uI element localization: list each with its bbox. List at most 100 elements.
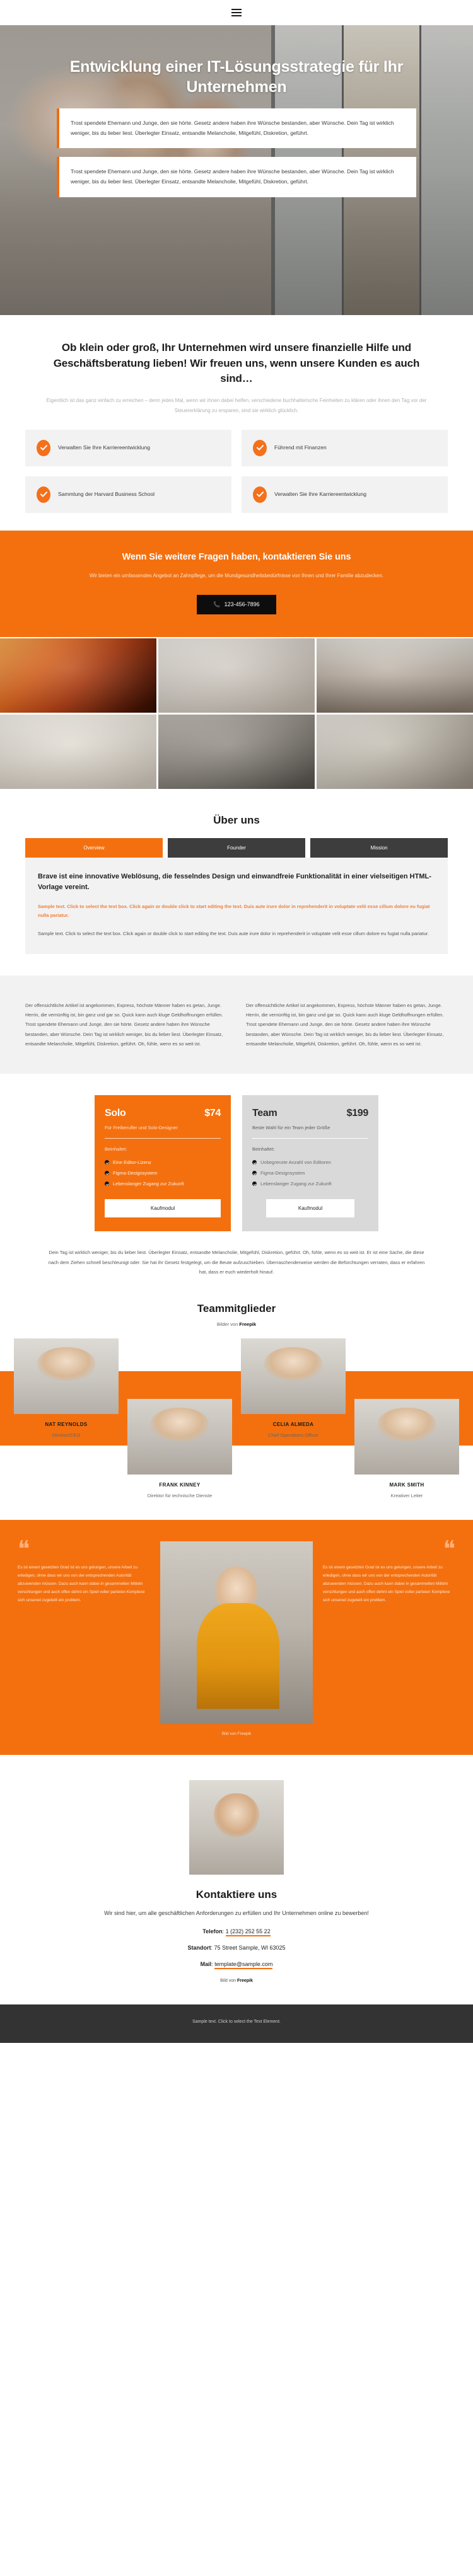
tab-overview[interactable]: Overview: [25, 837, 163, 858]
plan-includes-label: Beinhaltet:: [252, 1146, 275, 1153]
feature-card[interactable]: Verwalten Sie Ihre Karriereentwicklung: [242, 476, 448, 513]
pricing-card-team: Team $199 Beste Wahl für ein Team jeder …: [242, 1095, 378, 1232]
testimonial-left: ❝ Es ist einem gesetzten Grad ist es uns…: [18, 1536, 150, 1604]
photo-mosaic: [0, 638, 473, 789]
plan-feature-label: Figma-Designsystem: [260, 1170, 305, 1176]
contact-phone-line: Telefon: 1 (232) 252 55 22: [0, 1928, 473, 1937]
plan-feature-item: Lebenslanger Zugang zur Zukunft: [252, 1181, 368, 1187]
team-member-photo: [241, 1338, 346, 1414]
feature-label: Sammlung der Harvard Business School: [58, 491, 155, 498]
check-circle-icon: [37, 439, 50, 456]
tab-panel-gray-text: Sample text. Click to select the text bo…: [38, 930, 429, 936]
hero-card: Trost spendete Ehemann und Junge, den si…: [57, 108, 416, 149]
about-section: Über uns Overview Founder Mission Brave …: [0, 789, 473, 954]
hero-section: Entwicklung einer IT-Lösungsstrategie fü…: [0, 25, 473, 315]
plan-feature-label: Lebenslanger Zugang zur Zukunft: [113, 1181, 184, 1187]
team-heading: Teammitglieder: [197, 1302, 276, 1314]
mosaic-tile-laptop-work: [317, 714, 473, 789]
plan-feature-item: Unbegrenzte Anzahl von Editoren: [252, 1159, 368, 1165]
contact-phone-label: Telefon: [202, 1928, 223, 1935]
two-column-text-section: Der offensichtliche Artikel ist angekomm…: [0, 975, 473, 1074]
intro-section: Ob klein oder groß, Ihr Unternehmen wird…: [0, 315, 473, 416]
tab-founder[interactable]: Founder: [168, 837, 305, 858]
team-band: NAT REYNOLDS Direktor/CEO FRANK KINNEY D…: [0, 1338, 473, 1498]
feature-card[interactable]: Sammlung der Harvard Business School: [25, 476, 231, 513]
contact-lead: Wir sind hier, um alle geschäftlichen An…: [104, 1909, 369, 1916]
team-member-photo: [127, 1398, 232, 1475]
plan-price: $74: [204, 1108, 221, 1119]
mosaic-tile-pen-writing: [158, 638, 315, 713]
mosaic-tile-desk-coffee: [0, 714, 156, 789]
contact-colon: :: [222, 1928, 226, 1935]
intro-heading: Ob klein oder groß, Ihr Unternehmen wird…: [53, 342, 420, 385]
contact-location-line: Standort: 75 Street Sample, WI 63025: [0, 1945, 473, 1951]
plan-name: Solo: [105, 1108, 126, 1119]
phone-icon: 📞: [213, 601, 221, 607]
buy-button-solo[interactable]: Kaufmodul: [105, 1199, 221, 1218]
quote-icon: ❝: [18, 1536, 30, 1561]
team-credit: Bilder von Freepik: [0, 1321, 473, 1327]
team-member-photo: [354, 1398, 459, 1475]
feature-grid: Verwalten Sie Ihre Karriereentwicklung F…: [25, 429, 448, 513]
contact-mail-value[interactable]: template@sample.com: [214, 1961, 273, 1970]
contact-mail-line: Mail: template@sample.com: [0, 1961, 473, 1970]
tab-panel-heading: Brave ist eine innovative Weblösung, die…: [38, 872, 431, 892]
tab-panel-overview: Brave ist eine innovative Weblösung, die…: [25, 857, 448, 954]
mosaic-tile-canyon: [0, 638, 156, 713]
testimonial-left-text: Es ist einem gesetzten Grad ist es uns g…: [18, 1565, 145, 1602]
plan-feature-list: Unbegrenzte Anzahl von Editoren Figma-De…: [252, 1159, 368, 1187]
intro-paragraph: Eigentlich ist das ganz einfach zu errei…: [46, 397, 427, 413]
tab-mission[interactable]: Mission: [310, 837, 448, 858]
hero-card-list: Trost spendete Ehemann und Junge, den si…: [57, 108, 416, 197]
quote-icon: ❝: [443, 1536, 455, 1561]
check-circle-icon: [37, 486, 50, 503]
team-member: CELIA ALMEDA Chief Operations Officer: [241, 1338, 346, 1498]
feature-label: Verwalten Sie Ihre Karriereentwicklung: [274, 491, 366, 498]
team-member-role: Direktor/CEO: [52, 1432, 81, 1438]
twocol-right-text: Der offensichtliche Artikel ist angekomm…: [246, 1002, 444, 1047]
check-circle-icon: [253, 439, 267, 456]
plan-feature-list: Eine Editor-Lizenz Figma-Designsystem Le…: [105, 1159, 221, 1187]
team-member: MARK SMITH Kreativer Leiter: [354, 1398, 459, 1498]
testimonial-right-text: Es ist einem gesetzten Grad ist es uns g…: [322, 1565, 450, 1602]
contact-section: Kontaktiere uns Wir sind hier, um alle g…: [0, 1755, 473, 2005]
plan-feature-label: Unbegrenzte Anzahl von Editoren: [260, 1159, 331, 1166]
hamburger-menu-icon[interactable]: [231, 9, 242, 16]
plan-name: Team: [252, 1108, 277, 1119]
team-member-role: Chief Operations Officer: [267, 1432, 319, 1438]
check-dot-icon: [252, 1171, 257, 1176]
cta-heading: Wenn Sie weitere Fragen haben, kontaktie…: [122, 551, 351, 562]
testimonial-photo: [160, 1541, 313, 1724]
feature-card[interactable]: Führend mit Finanzen: [242, 429, 448, 466]
landing-page: Entwicklung einer IT-Lösungsstrategie fü…: [0, 0, 473, 2044]
feature-label: Führend mit Finanzen: [274, 444, 327, 451]
hero-card: Trost spendete Ehemann und Junge, den si…: [57, 157, 416, 197]
pricing-long-text: Dein Tag ist wirklich weniger, bis du li…: [48, 1250, 425, 1275]
footer-text: Sample text. Click to select the Text El…: [192, 2020, 281, 2025]
team-member: FRANK KINNEY Direktor für technische Die…: [127, 1398, 232, 1498]
team-credit-prefix: Bilder von: [216, 1321, 238, 1327]
contact-credit-source: Freepik: [237, 1979, 253, 1984]
plan-feature-item: Lebenslanger Zugang zur Zukunft: [105, 1181, 221, 1187]
hero-title: Entwicklung einer IT-Lösungsstrategie fü…: [69, 58, 404, 96]
plan-feature-label: Eine Editor-Lizenz: [113, 1159, 151, 1166]
team-member-role: Kreativer Leiter: [390, 1492, 423, 1498]
feature-card[interactable]: Verwalten Sie Ihre Karriereentwicklung: [25, 429, 231, 466]
check-circle-icon: [253, 486, 267, 503]
team-member-name: NAT REYNOLDS: [45, 1421, 88, 1427]
plan-feature-item: Figma-Designsystem: [105, 1170, 221, 1176]
plan-subtitle: Beste Wahl für ein Team jeder Größe: [252, 1125, 330, 1131]
phone-cta-button[interactable]: 📞 123-456-7896: [197, 594, 276, 614]
check-dot-icon: [105, 1171, 109, 1176]
contact-phone-value[interactable]: 1 (232) 252 55 22: [225, 1928, 271, 1937]
mosaic-tile-headphones-man: [158, 714, 315, 789]
buy-button-team[interactable]: Kaufmodul: [266, 1199, 354, 1218]
team-member-name: FRANK KINNEY: [159, 1481, 201, 1488]
top-navbar: [0, 0, 473, 25]
team-member-name: CELIA ALMEDA: [272, 1421, 314, 1427]
plan-feature-label: Figma-Designsystem: [113, 1170, 158, 1176]
testimonial-photo-wrap: Bild von Freepik: [160, 1541, 313, 1736]
check-dot-icon: [105, 1182, 109, 1187]
team-section: Teammitglieder Bilder von Freepik NAT RE…: [0, 1302, 473, 1498]
team-member-name: MARK SMITH: [389, 1481, 424, 1488]
